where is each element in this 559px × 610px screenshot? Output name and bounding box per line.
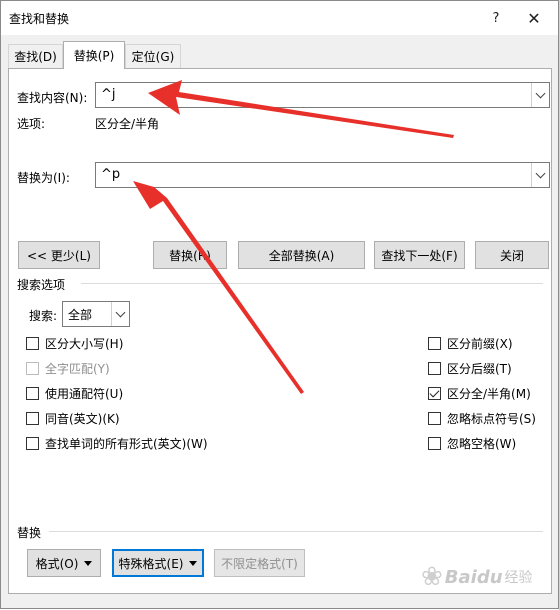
- watermark-suffix: 经验: [504, 570, 533, 586]
- replace-button[interactable]: 替换(R): [153, 241, 227, 269]
- ignore-whitespace-checkbox[interactable]: 忽略空格(W): [428, 435, 516, 451]
- search-scope-dropdown[interactable]: [111, 302, 129, 326]
- watermark: ❀ Baidu 经验: [421, 557, 551, 597]
- match-prefix-checkbox[interactable]: 区分前缀(X): [428, 335, 513, 351]
- chevron-down-icon: [535, 168, 546, 178]
- tab-find[interactable]: 查找(D): [8, 44, 63, 68]
- format-button[interactable]: 格式(O): [27, 549, 101, 577]
- checkbox-box: [26, 361, 39, 375]
- replace-all-button[interactable]: 全部替换(A): [238, 241, 365, 269]
- whole-word-checkbox: 全字匹配(Y): [26, 360, 110, 376]
- close-button[interactable]: 关闭: [475, 241, 549, 269]
- checkbox-box-checked[interactable]: [428, 386, 441, 400]
- replace-value: ^p: [101, 167, 121, 182]
- replace-input[interactable]: ^p: [95, 162, 550, 188]
- caret-down-icon: [84, 560, 93, 566]
- tab-goto[interactable]: 定位(G): [125, 44, 181, 68]
- paw-icon: ❀: [421, 562, 443, 592]
- less-button[interactable]: << 更少(L): [18, 241, 100, 269]
- help-button[interactable]: ?: [483, 5, 509, 31]
- tab-replace[interactable]: 替换(P): [63, 41, 125, 69]
- replace-label: 替换为(I):: [17, 171, 70, 185]
- replace-section-title: 替换: [17, 526, 42, 540]
- no-formatting-button: 不限定格式(T): [214, 549, 305, 577]
- search-options-title: 搜索选项: [17, 278, 66, 292]
- divider: [81, 283, 543, 284]
- ignore-punctuation-checkbox[interactable]: 忽略标点符号(S): [428, 410, 536, 426]
- wildcards-checkbox[interactable]: 使用通配符(U): [26, 385, 123, 401]
- match-width-checkbox[interactable]: 区分全/半角(M): [428, 385, 531, 401]
- sounds-like-checkbox[interactable]: 同音(英文)(K): [26, 410, 120, 426]
- checkbox-box[interactable]: [26, 436, 39, 450]
- match-suffix-checkbox[interactable]: 区分后缀(T): [428, 360, 512, 376]
- chevron-down-icon: [115, 307, 126, 317]
- checkbox-box[interactable]: [428, 336, 441, 350]
- title-bar: 查找和替换 ? ✕: [1, 1, 558, 35]
- window-title: 查找和替换: [9, 12, 70, 26]
- options-value: 区分全/半角: [95, 117, 160, 131]
- checkbox-box[interactable]: [26, 336, 39, 350]
- find-next-button[interactable]: 查找下一处(F): [374, 241, 465, 269]
- match-case-checkbox[interactable]: 区分大小写(H): [26, 335, 123, 351]
- checkbox-box[interactable]: [428, 436, 441, 450]
- special-format-button[interactable]: 特殊格式(E): [112, 549, 204, 577]
- checkbox-box[interactable]: [26, 386, 39, 400]
- checkbox-box[interactable]: [26, 411, 39, 425]
- search-scope-label: 搜索:: [29, 309, 58, 323]
- checkbox-box[interactable]: [428, 361, 441, 375]
- caret-down-icon: [189, 560, 198, 566]
- options-label: 选项:: [17, 117, 46, 131]
- chevron-down-icon: [535, 88, 546, 98]
- find-replace-dialog: 查找和替换 ? ✕ 查找(D) 替换(P) 定位(G) 查找内容(N): ^j …: [0, 0, 559, 609]
- replace-dropdown-button[interactable]: [531, 163, 549, 187]
- watermark-text: Baidu: [444, 566, 503, 588]
- all-word-forms-checkbox[interactable]: 查找单词的所有形式(英文)(W): [26, 435, 208, 451]
- search-scope-select[interactable]: 全部: [62, 301, 130, 327]
- divider: [49, 531, 543, 532]
- search-scope-value: 全部: [68, 308, 93, 322]
- checkbox-box[interactable]: [428, 411, 441, 425]
- close-icon[interactable]: ✕: [521, 5, 547, 31]
- find-label: 查找内容(N):: [17, 91, 88, 105]
- find-value: ^j: [101, 87, 116, 102]
- replace-panel: 查找内容(N): ^j 选项: 区分全/半角 替换为(I): ^p << 更少(…: [8, 68, 552, 594]
- find-input[interactable]: ^j: [95, 82, 550, 108]
- find-dropdown-button[interactable]: [531, 83, 549, 107]
